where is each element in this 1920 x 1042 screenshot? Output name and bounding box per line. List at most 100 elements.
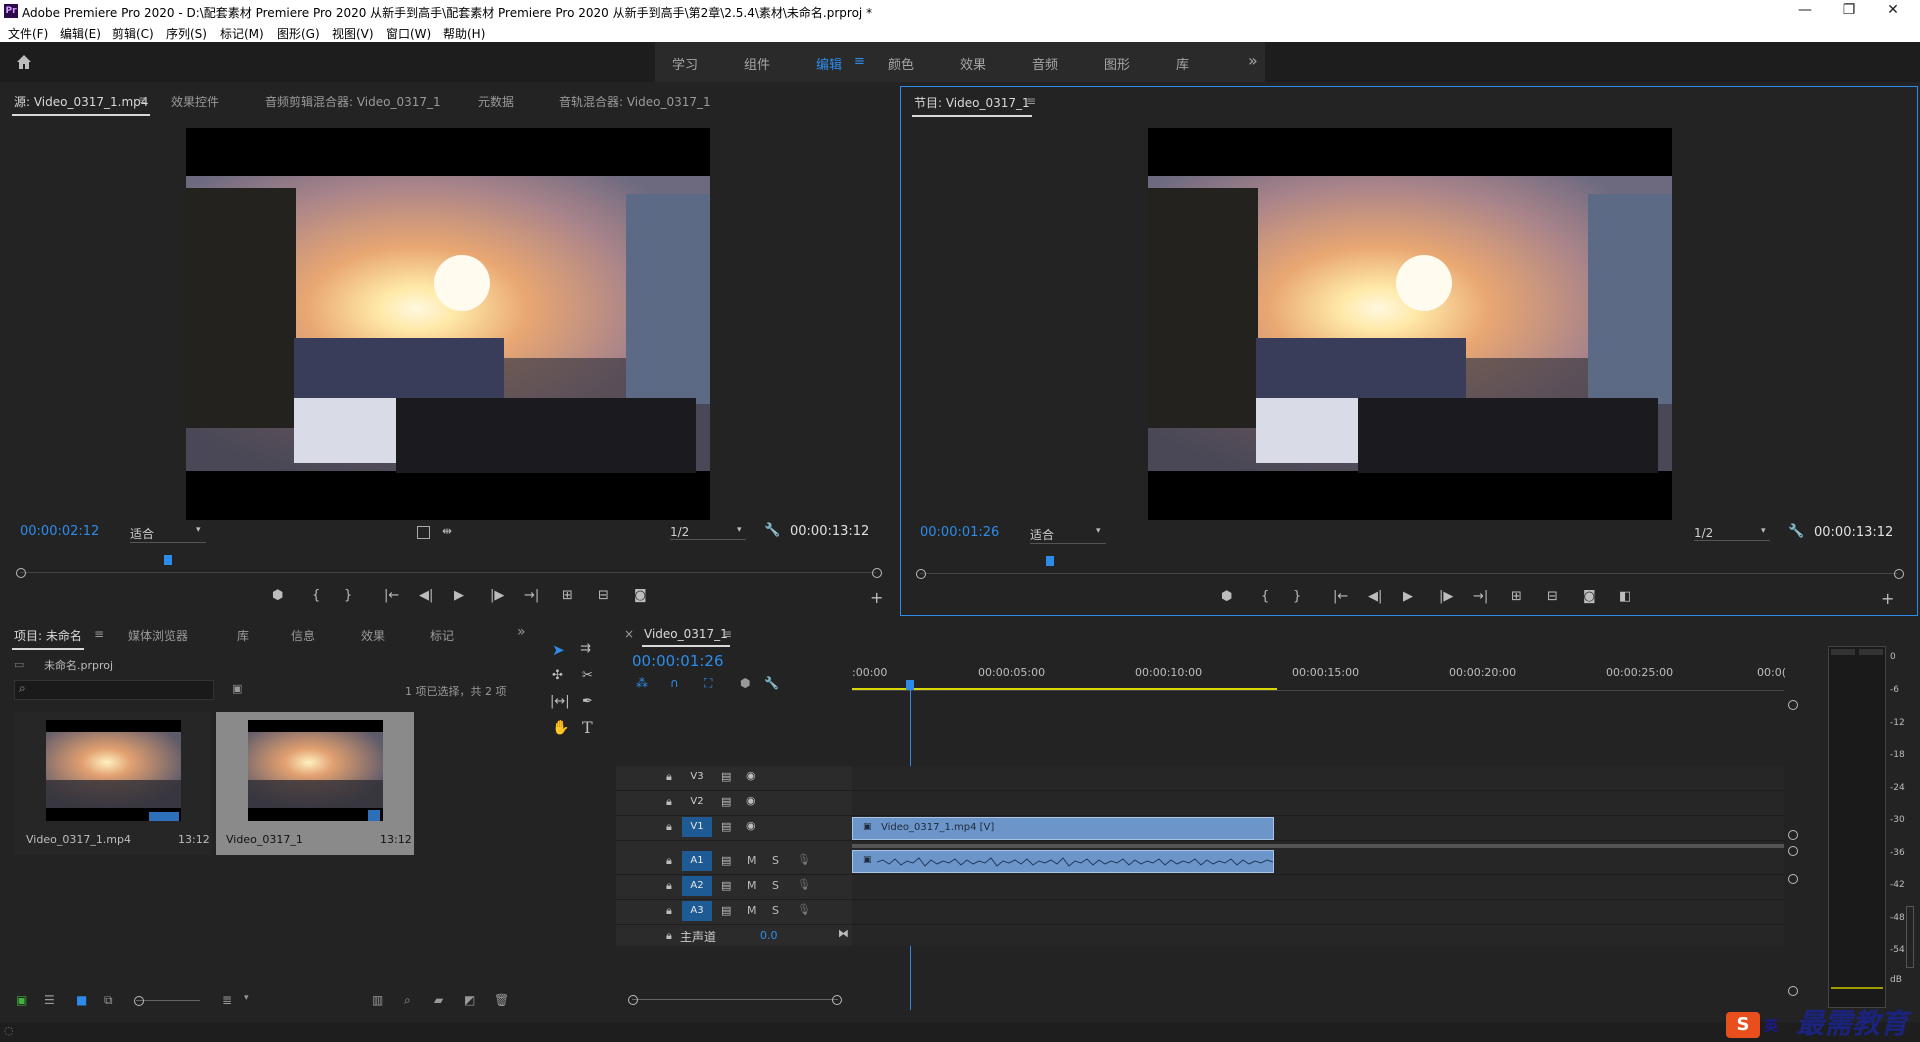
icon-view-icon[interactable]: ■ — [76, 993, 87, 1007]
safe-margins-icon[interactable] — [417, 526, 430, 539]
workspace-effects[interactable]: 效果 — [960, 54, 986, 73]
tab-media-browser[interactable]: 媒体浏览器 — [128, 627, 188, 644]
workspace-audio[interactable]: 音频 — [1032, 54, 1058, 73]
video-clip[interactable]: ▣ Video_0317_1.mp4 [V] — [852, 817, 1274, 840]
eye-icon[interactable]: ◉ — [746, 794, 756, 807]
mute-button[interactable]: M — [747, 854, 757, 867]
track-divider[interactable] — [852, 844, 1784, 848]
tab-sequence-menu-icon[interactable]: ≡ — [722, 627, 732, 641]
go-to-in-button[interactable]: |← — [1333, 589, 1348, 604]
sync-lock-icon[interactable]: ▤ — [721, 879, 731, 892]
add-marker-button[interactable]: ⬢ — [272, 588, 283, 603]
tab-overflow-icon[interactable]: » — [517, 624, 526, 640]
step-back-button[interactable]: ◀| — [419, 588, 433, 603]
selection-tool-icon[interactable]: ➤ — [552, 641, 565, 659]
go-to-in-button[interactable]: |← — [384, 588, 399, 603]
workspace-learn[interactable]: 学习 — [672, 54, 698, 73]
track-label-v3[interactable]: V3 — [682, 767, 712, 787]
new-bin-icon[interactable]: ▰ — [434, 993, 443, 1007]
snap-icon[interactable]: ∩ — [670, 676, 679, 690]
solo-button[interactable]: S — [772, 904, 779, 917]
track-label-a3[interactable]: A3 — [682, 901, 712, 921]
sync-lock-icon[interactable]: ▤ — [721, 770, 731, 783]
new-item-icon[interactable]: ◩ — [464, 993, 475, 1007]
workspace-editing[interactable]: 编辑 — [816, 54, 842, 73]
tab-audio-track-mixer[interactable]: 音轨混合器: Video_0317_1 — [559, 93, 711, 110]
add-button-icon[interactable]: + — [870, 588, 883, 607]
mute-button[interactable]: M — [747, 904, 757, 917]
play-button[interactable]: ▶ — [1403, 589, 1413, 604]
audio-clip[interactable]: ▣ — [852, 850, 1274, 873]
slip-tool-icon[interactable]: |↔| — [550, 694, 570, 709]
close-button[interactable]: ✕ — [1870, 0, 1916, 22]
workspace-color[interactable]: 颜色 — [888, 54, 914, 73]
restore-button[interactable]: ❐ — [1826, 0, 1872, 22]
lock-icon[interactable]: 🔒︎ — [666, 820, 672, 834]
solo-button[interactable]: S — [772, 879, 779, 892]
list-view-icon[interactable]: ☰ — [44, 993, 55, 1007]
project-item[interactable]: Video_0317_1.mp4 13:12 — [14, 712, 212, 855]
source-playhead[interactable] — [164, 555, 172, 565]
new-bin-from-search-icon[interactable]: ▣ — [232, 682, 242, 695]
program-playhead[interactable] — [1046, 556, 1054, 566]
tab-markers[interactable]: 标记 — [430, 627, 454, 644]
tab-project-menu-icon[interactable]: ≡ — [94, 627, 104, 641]
sort-icon[interactable]: ≣ — [222, 993, 232, 1007]
export-frame-icon[interactable]: ◙ — [1583, 589, 1596, 604]
minimize-button[interactable]: — — [1782, 0, 1828, 22]
search-icon[interactable]: ⌕ — [404, 993, 411, 1008]
timeline-vscroll-handle[interactable] — [1788, 874, 1798, 884]
source-fit-dropdown[interactable]: 适合 — [130, 525, 206, 543]
menu-window[interactable]: 窗口(W) — [386, 25, 431, 42]
pen-tool-icon[interactable]: ✒ — [582, 694, 593, 709]
lock-icon[interactable]: ▣ — [16, 993, 27, 1007]
mark-in-button[interactable]: { — [312, 588, 320, 603]
add-button-icon[interactable]: + — [1881, 589, 1894, 608]
automate-to-sequence-icon[interactable]: ▥ — [372, 993, 383, 1007]
menu-edit[interactable]: 编辑(E) — [60, 25, 101, 42]
menu-graphics[interactable]: 图形(G) — [277, 25, 320, 42]
tab-source[interactable]: 源: Video_0317_1.mp4 — [11, 93, 151, 116]
menu-clip[interactable]: 剪辑(C) — [112, 25, 154, 42]
timeline-ruler[interactable]: :00:00 00:00:05:00 00:00:10:00 00:00:15:… — [852, 664, 1786, 691]
work-area-bar[interactable] — [852, 688, 1277, 690]
microphone-icon[interactable]: 🎙︎ — [797, 853, 811, 866]
insert-button[interactable]: ⊞ — [562, 588, 573, 603]
tab-source-menu-icon[interactable]: ≡ — [138, 93, 148, 107]
wrench-icon[interactable]: 🔧 — [1788, 524, 1804, 539]
source-zoom-start-handle[interactable] — [16, 568, 26, 578]
menu-file[interactable]: 文件(F) — [8, 25, 48, 42]
timeline-vscroll-handle[interactable] — [1788, 830, 1798, 840]
close-icon[interactable]: × — [624, 627, 634, 641]
program-time-ruler[interactable] — [920, 573, 1898, 574]
chevron-down-icon[interactable]: ▾ — [244, 993, 249, 1003]
tab-program[interactable]: 节目: Video_0317_1 — [912, 94, 1032, 117]
workspace-libraries[interactable]: 库 — [1176, 54, 1189, 73]
step-back-button[interactable]: ◀| — [1368, 589, 1382, 604]
workspace-overflow-icon[interactable]: » — [1248, 51, 1258, 70]
track-select-tool-icon[interactable]: ⇉ — [580, 641, 591, 656]
microphone-icon[interactable]: 🎙︎ — [797, 903, 811, 916]
eye-icon[interactable]: ◉ — [746, 819, 756, 832]
eye-icon[interactable]: ◉ — [746, 769, 756, 782]
trash-icon[interactable]: 🗑 — [494, 993, 509, 1007]
mark-in-button[interactable]: { — [1261, 589, 1269, 604]
workspace-graphics[interactable]: 图形 — [1104, 54, 1130, 73]
project-item-selected[interactable]: Video_0317_1 13:12 — [216, 712, 414, 855]
extract-button[interactable]: ⊟ — [1547, 589, 1558, 604]
overwrite-button[interactable]: ⊟ — [598, 588, 609, 603]
program-resolution-dropdown[interactable]: 1/2 — [1694, 526, 1770, 541]
timeline-zoom-start-handle[interactable] — [628, 995, 638, 1005]
mark-out-button[interactable]: } — [344, 588, 352, 603]
sync-lock-icon[interactable]: ▤ — [721, 854, 731, 867]
wrench-icon[interactable]: 🔧 — [764, 523, 780, 538]
go-to-out-button[interactable]: →| — [524, 588, 539, 603]
wrench-icon[interactable]: 🔧 — [764, 676, 779, 690]
workspace-assembly[interactable]: 组件 — [744, 54, 770, 73]
sync-lock-icon[interactable]: ▤ — [721, 820, 731, 833]
track-label-a2[interactable]: A2 — [682, 876, 712, 896]
lock-icon[interactable]: 🔒︎ — [666, 904, 672, 918]
source-time-ruler[interactable] — [20, 572, 876, 573]
type-tool-icon[interactable]: T — [582, 718, 593, 737]
lock-icon[interactable]: 🔒︎ — [666, 770, 672, 784]
